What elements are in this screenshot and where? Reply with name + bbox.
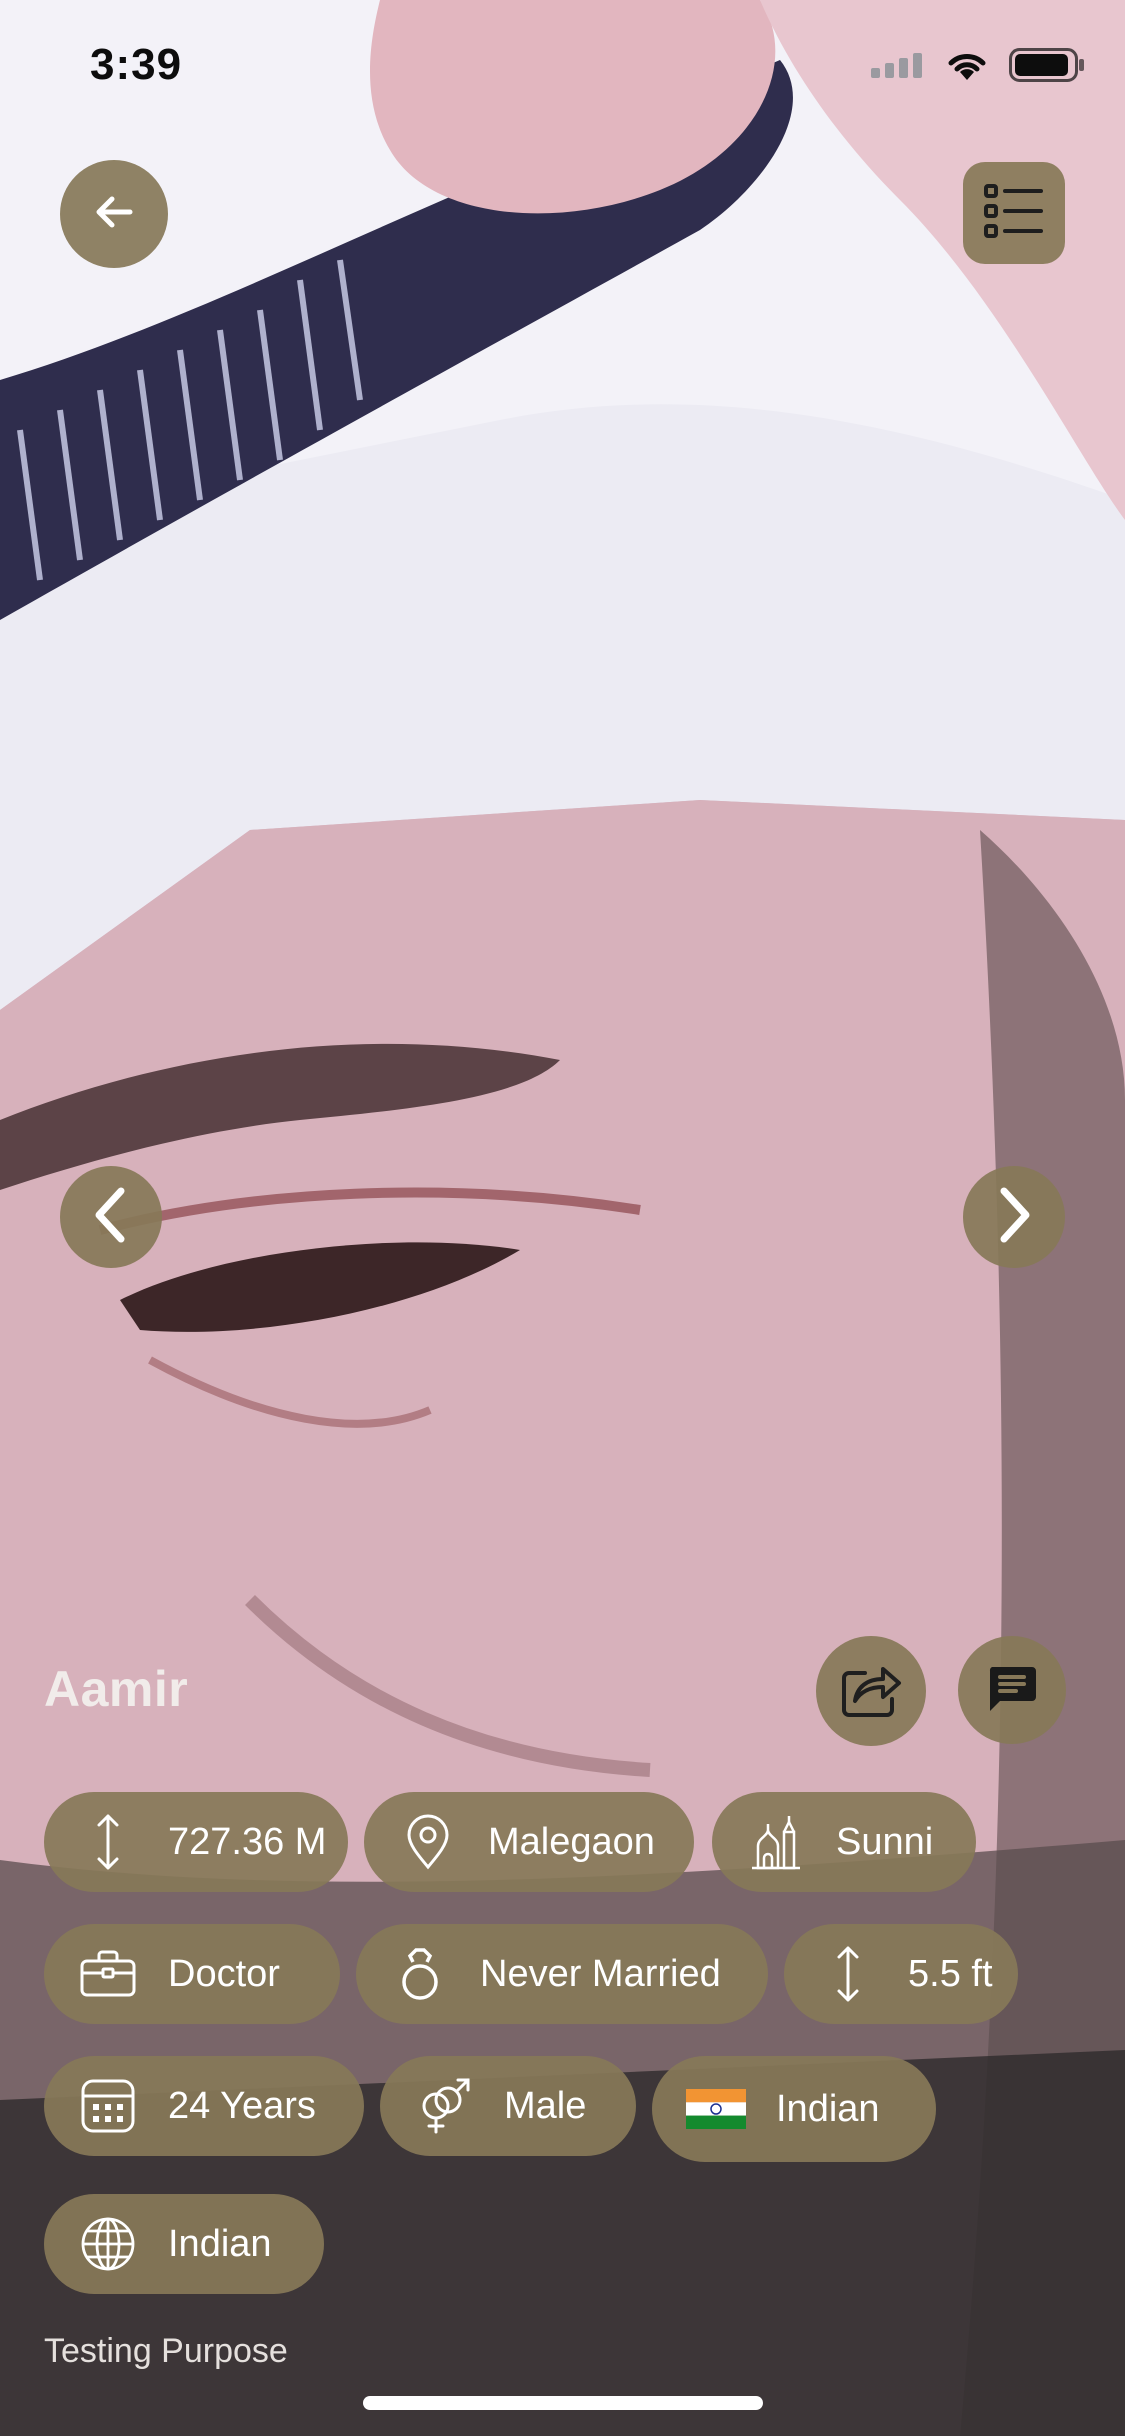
chevron-left-icon	[89, 1185, 133, 1250]
india-flag-icon	[686, 2079, 746, 2139]
chevron-right-icon	[992, 1185, 1036, 1250]
battery-icon	[1009, 48, 1085, 87]
status-bar: 3:39	[0, 0, 1125, 140]
share-icon	[839, 1659, 903, 1724]
list-icon	[983, 182, 1045, 245]
distance-icon	[78, 1812, 138, 1872]
chip-height: 5.5 ft	[784, 1924, 1018, 2024]
chat-button[interactable]	[958, 1636, 1066, 1744]
mosque-icon	[746, 1812, 806, 1872]
status-time: 3:39	[90, 40, 183, 89]
location-pin-icon	[398, 1812, 458, 1872]
chip-gender: Male	[380, 2056, 636, 2156]
home-indicator[interactable]	[363, 2396, 763, 2410]
calendar-icon	[78, 2076, 138, 2136]
chip-language: Indian	[44, 2194, 324, 2294]
menu-button[interactable]	[963, 162, 1065, 264]
chip-marital-status: Never Married	[356, 1924, 768, 2024]
profile-name: Aamir	[44, 1661, 189, 1717]
profile-about: Testing Purpose	[44, 2332, 288, 2370]
next-photo-button[interactable]	[963, 1166, 1065, 1268]
wifi-icon	[945, 48, 989, 87]
chip-profession: Doctor	[44, 1924, 340, 2024]
previous-photo-button[interactable]	[60, 1166, 162, 1268]
share-button[interactable]	[816, 1636, 926, 1746]
gender-icon	[414, 2076, 474, 2136]
height-icon	[818, 1944, 878, 2004]
arrow-left-icon	[90, 188, 138, 241]
chip-distance: 727.36 M	[44, 1792, 348, 1892]
briefcase-icon	[78, 1944, 138, 2004]
chip-age: 24 Years	[44, 2056, 364, 2156]
chat-icon	[986, 1663, 1038, 1718]
chip-location: Malegaon	[364, 1792, 694, 1892]
chip-nationality: Indian	[652, 2056, 936, 2162]
cellular-signal-icon	[871, 52, 925, 83]
globe-icon	[78, 2214, 138, 2274]
chip-sect: Sunni	[712, 1792, 976, 1892]
ring-icon	[390, 1944, 450, 2004]
back-button[interactable]	[60, 160, 168, 268]
